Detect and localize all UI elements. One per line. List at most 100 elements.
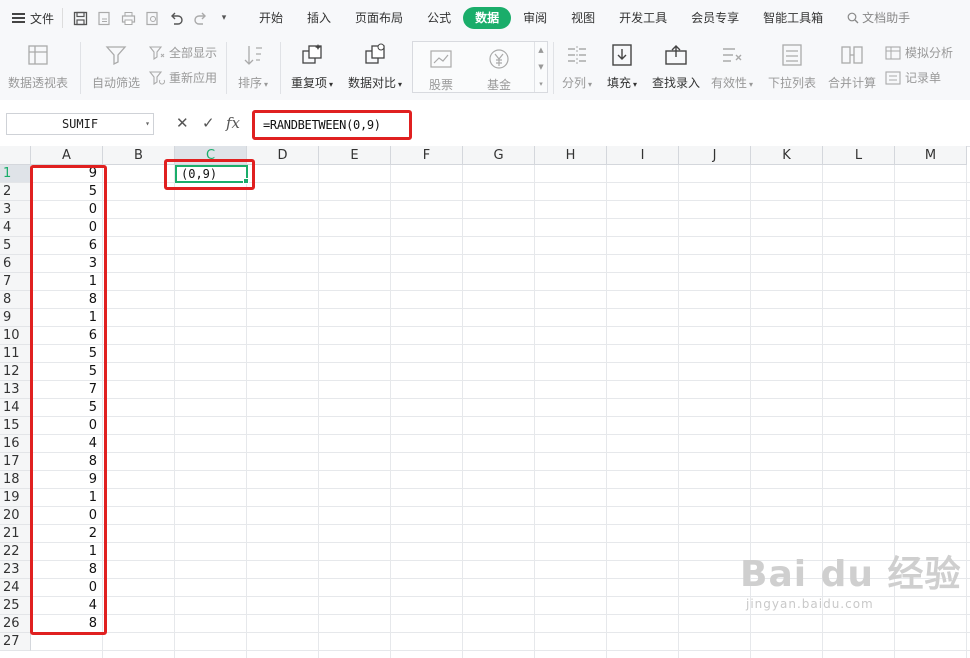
gridline xyxy=(31,380,970,381)
cancel-icon[interactable]: ✕ xyxy=(176,114,189,132)
row-header-22[interactable]: 22 xyxy=(0,543,31,561)
customize-chevron-icon[interactable]: ▾ xyxy=(213,7,235,29)
find-entry-button[interactable]: 查找录入 xyxy=(652,42,700,91)
data-compare-button[interactable]: 数据对比 xyxy=(348,42,402,91)
row-header-24[interactable]: 24 xyxy=(0,579,31,597)
row-header-14[interactable]: 14 xyxy=(0,399,31,417)
column-header-g[interactable]: G xyxy=(463,146,535,165)
row-header-26[interactable]: 26 xyxy=(0,615,31,633)
gridline xyxy=(31,200,970,201)
column-header-h[interactable]: H xyxy=(535,146,607,165)
tab-formulas[interactable]: 公式 xyxy=(415,7,463,29)
validity-label: 有效性 xyxy=(711,74,753,91)
confirm-icon[interactable]: ✓ xyxy=(202,114,215,132)
record-form-label: 记录单 xyxy=(905,71,942,85)
gridline xyxy=(31,488,970,489)
stock-item[interactable]: 股票 xyxy=(429,48,453,93)
data-type-gallery[interactable]: 股票 基金 ▲ ▼ ▾ xyxy=(412,41,548,93)
name-box[interactable]: SUMIF ▾ xyxy=(6,113,154,135)
row-header-20[interactable]: 20 xyxy=(0,507,31,525)
row-header-9[interactable]: 9 xyxy=(0,309,31,327)
tab-view[interactable]: 视图 xyxy=(559,7,607,29)
gallery-scroll[interactable]: ▲ ▼ ▾ xyxy=(534,42,547,92)
row-header-17[interactable]: 17 xyxy=(0,453,31,471)
row-header-19[interactable]: 19 xyxy=(0,489,31,507)
search-icon xyxy=(847,12,859,24)
dropdown-list-button[interactable]: 下拉列表 xyxy=(768,42,816,91)
tab-review[interactable]: 审阅 xyxy=(511,7,559,29)
name-box-value: SUMIF xyxy=(61,117,99,131)
row-header-6[interactable]: 6 xyxy=(0,255,31,273)
row-header-7[interactable]: 7 xyxy=(0,273,31,291)
consolidate-button[interactable]: 合并计算 xyxy=(828,42,876,91)
highlight-box-cell-c1 xyxy=(164,159,255,190)
row-header-4[interactable]: 4 xyxy=(0,219,31,237)
column-header-a[interactable]: A xyxy=(31,146,103,165)
doc-assistant-search[interactable]: 文档助手 xyxy=(835,7,922,29)
column-header-e[interactable]: E xyxy=(319,146,391,165)
row-header-12[interactable]: 12 xyxy=(0,363,31,381)
row-header-15[interactable]: 15 xyxy=(0,417,31,435)
row-header-11[interactable]: 11 xyxy=(0,345,31,363)
row-header-25[interactable]: 25 xyxy=(0,597,31,615)
sort-button[interactable]: 排序 xyxy=(238,42,268,91)
fill-button[interactable]: 填充 xyxy=(607,42,637,91)
duplicates-button[interactable]: 重复项 xyxy=(291,42,333,91)
hamburger-icon xyxy=(12,13,25,23)
column-header-i[interactable]: I xyxy=(607,146,679,165)
tab-member[interactable]: 会员专享 xyxy=(679,7,751,29)
tab-data[interactable]: 数据 xyxy=(463,7,512,29)
reapply-button[interactable]: 重新应用 xyxy=(149,69,217,86)
column-header-f[interactable]: F xyxy=(391,146,463,165)
save-icon[interactable] xyxy=(69,7,91,29)
formula-input[interactable]: =RANDBETWEEN(0,9) xyxy=(252,110,412,140)
column-header-j[interactable]: J xyxy=(679,146,751,165)
row-header-2[interactable]: 2 xyxy=(0,183,31,201)
pivot-table-button[interactable]: 数据透视表 xyxy=(8,42,68,91)
what-if-button[interactable]: 模拟分析 xyxy=(885,44,953,61)
row-header-3[interactable]: 3 xyxy=(0,201,31,219)
tab-home[interactable]: 开始 xyxy=(247,7,295,29)
gridline xyxy=(31,506,970,507)
row-header-10[interactable]: 10 xyxy=(0,327,31,345)
baidu-watermark: Bai du 经验 jingyan.baidu.com xyxy=(740,545,962,611)
column-header-m[interactable]: M xyxy=(895,146,967,165)
show-all-button[interactable]: 全部显示 xyxy=(149,44,217,61)
row-header-21[interactable]: 21 xyxy=(0,525,31,543)
tab-smart-toolbox[interactable]: 智能工具箱 xyxy=(751,7,835,29)
validity-button[interactable]: 有效性 xyxy=(711,42,753,91)
tab-insert[interactable]: 插入 xyxy=(295,7,343,29)
row-header-27[interactable]: 27 xyxy=(0,633,31,651)
row-header-13[interactable]: 13 xyxy=(0,381,31,399)
highlight-box-column-a xyxy=(30,165,107,635)
row-header-5[interactable]: 5 xyxy=(0,237,31,255)
undo-icon[interactable] xyxy=(165,7,187,29)
record-form-button[interactable]: 记录单 xyxy=(885,69,941,86)
row-header-18[interactable]: 18 xyxy=(0,471,31,489)
auto-filter-button[interactable]: 自动筛选 xyxy=(92,42,140,91)
gridline xyxy=(31,452,970,453)
row-header-23[interactable]: 23 xyxy=(0,561,31,579)
row-header-16[interactable]: 16 xyxy=(0,435,31,453)
name-box-chevron-icon[interactable]: ▾ xyxy=(145,114,150,134)
fund-item[interactable]: 基金 xyxy=(487,48,511,93)
select-all-corner[interactable] xyxy=(0,146,31,165)
tab-page-layout[interactable]: 页面布局 xyxy=(343,7,415,29)
column-header-l[interactable]: L xyxy=(823,146,895,165)
column-header-k[interactable]: K xyxy=(751,146,823,165)
split-column-button[interactable]: 分列 xyxy=(562,42,592,91)
gridline xyxy=(966,165,967,658)
column-header-d[interactable]: D xyxy=(247,146,319,165)
redo-icon[interactable] xyxy=(189,7,211,29)
tab-developer[interactable]: 开发工具 xyxy=(607,7,679,29)
row-header-8[interactable]: 8 xyxy=(0,291,31,309)
export-pdf-icon[interactable] xyxy=(93,7,115,29)
gridline xyxy=(246,165,247,658)
file-menu[interactable]: 文件 xyxy=(0,0,62,36)
print-preview-icon[interactable] xyxy=(141,7,163,29)
sort-label: 排序 xyxy=(238,74,268,91)
print-icon[interactable] xyxy=(117,7,139,29)
find-entry-icon xyxy=(663,42,689,68)
insert-function-icon[interactable]: fx xyxy=(226,114,240,132)
row-header-1[interactable]: 1 xyxy=(0,165,31,183)
